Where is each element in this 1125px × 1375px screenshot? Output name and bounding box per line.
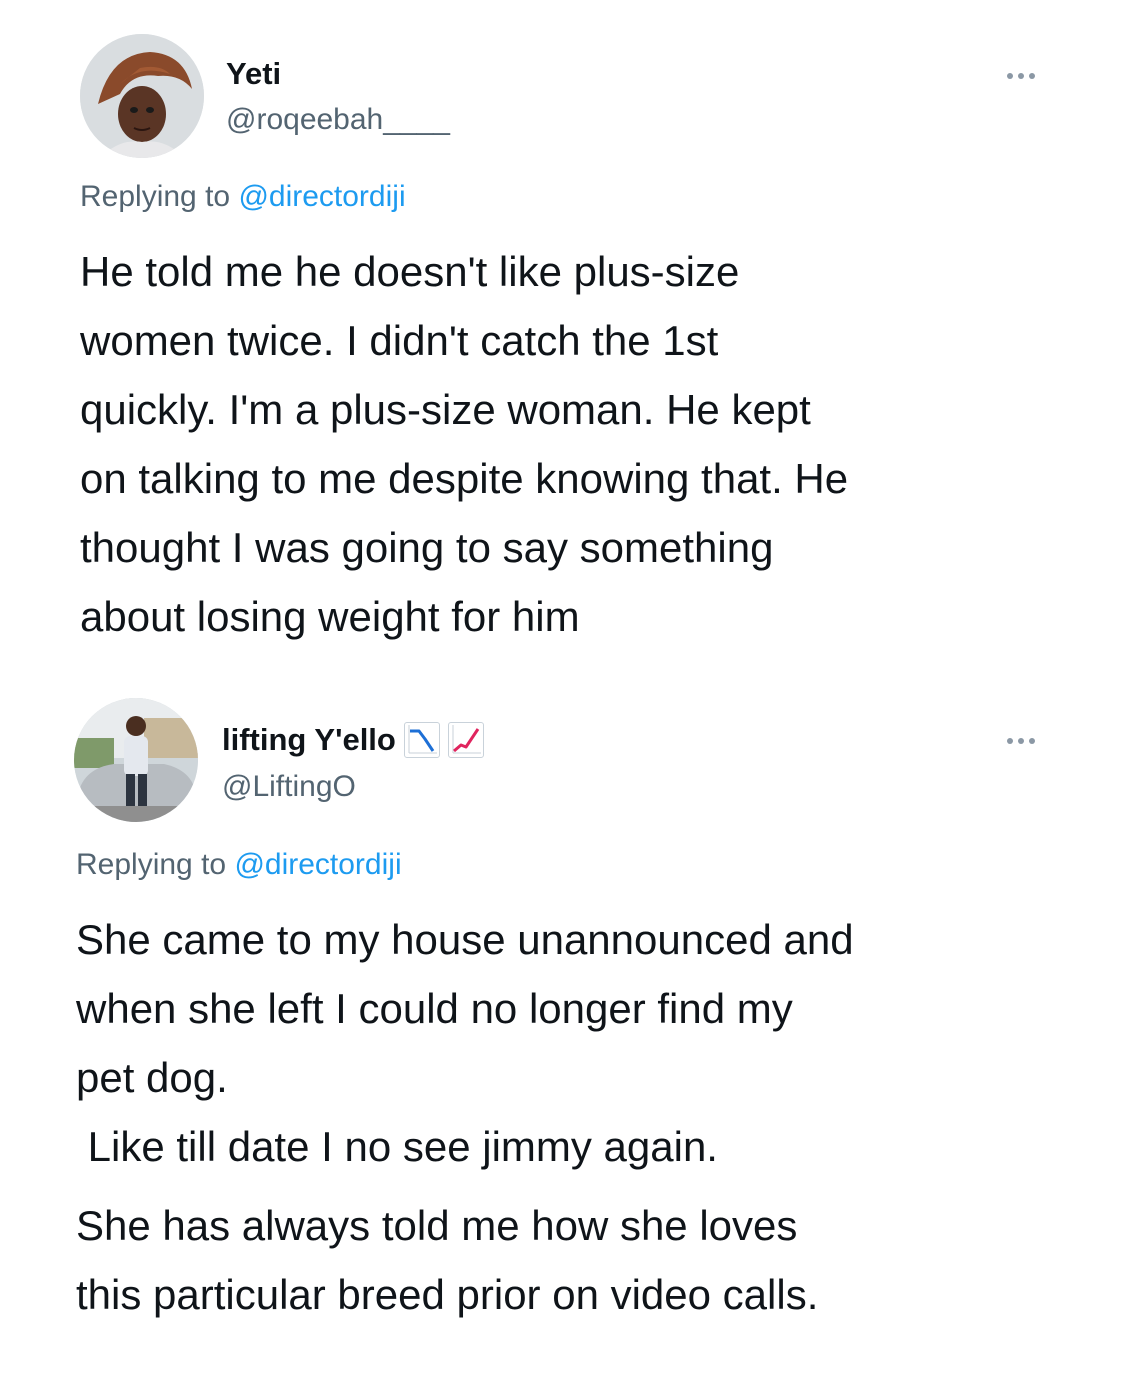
more-options-icon[interactable]	[1007, 738, 1035, 744]
replying-prefix: Replying to	[76, 848, 227, 881]
avatar[interactable]	[80, 34, 204, 158]
tweet-line: pet dog.	[76, 1054, 228, 1101]
avatar[interactable]	[74, 698, 198, 822]
tweet-text: She came to my house unannounced and whe…	[76, 905, 1086, 1329]
chart-decreasing-icon	[403, 722, 440, 758]
tweet-text: He told me he doesn't like plus-size wom…	[80, 237, 1080, 651]
tweet-line: this particular breed prior on video cal…	[76, 1271, 819, 1318]
more-options-icon[interactable]	[1007, 73, 1035, 79]
tweet-line: about losing weight for him	[80, 593, 580, 640]
tweet-line: when she left I could no longer find my	[76, 985, 793, 1032]
display-name[interactable]: Yeti	[226, 56, 281, 92]
chart-increasing-icon	[447, 722, 484, 758]
display-name-text[interactable]: Yeti	[226, 56, 281, 92]
user-handle[interactable]: @roqeebah____	[226, 103, 450, 137]
tweet-line: He told me he doesn't like plus-size	[80, 248, 740, 295]
tweet-line: Like till date I no see jimmy again.	[76, 1123, 718, 1170]
tweet-line: She came to my house unannounced and	[76, 916, 854, 963]
replying-prefix: Replying to	[80, 180, 231, 213]
tweet-line: She has always told me how she loves	[76, 1202, 798, 1249]
tweet-line: thought I was going to say something	[80, 524, 774, 571]
tweet-line: quickly. I'm a plus-size woman. He kept	[80, 386, 811, 433]
replying-to: Replying to @directordiji	[76, 848, 402, 882]
replying-to: Replying to @directordiji	[80, 180, 406, 214]
user-handle[interactable]: @LiftingO	[222, 770, 356, 804]
display-name-text[interactable]: lifting Y'ello	[222, 722, 396, 758]
replying-to-link[interactable]: @directordiji	[238, 180, 405, 213]
tweet-line: on talking to me despite knowing that. H…	[80, 455, 849, 502]
display-name[interactable]: lifting Y'ello	[222, 722, 484, 758]
tweet-line: women twice. I didn't catch the 1st	[80, 317, 719, 364]
replying-to-link[interactable]: @directordiji	[234, 848, 401, 881]
